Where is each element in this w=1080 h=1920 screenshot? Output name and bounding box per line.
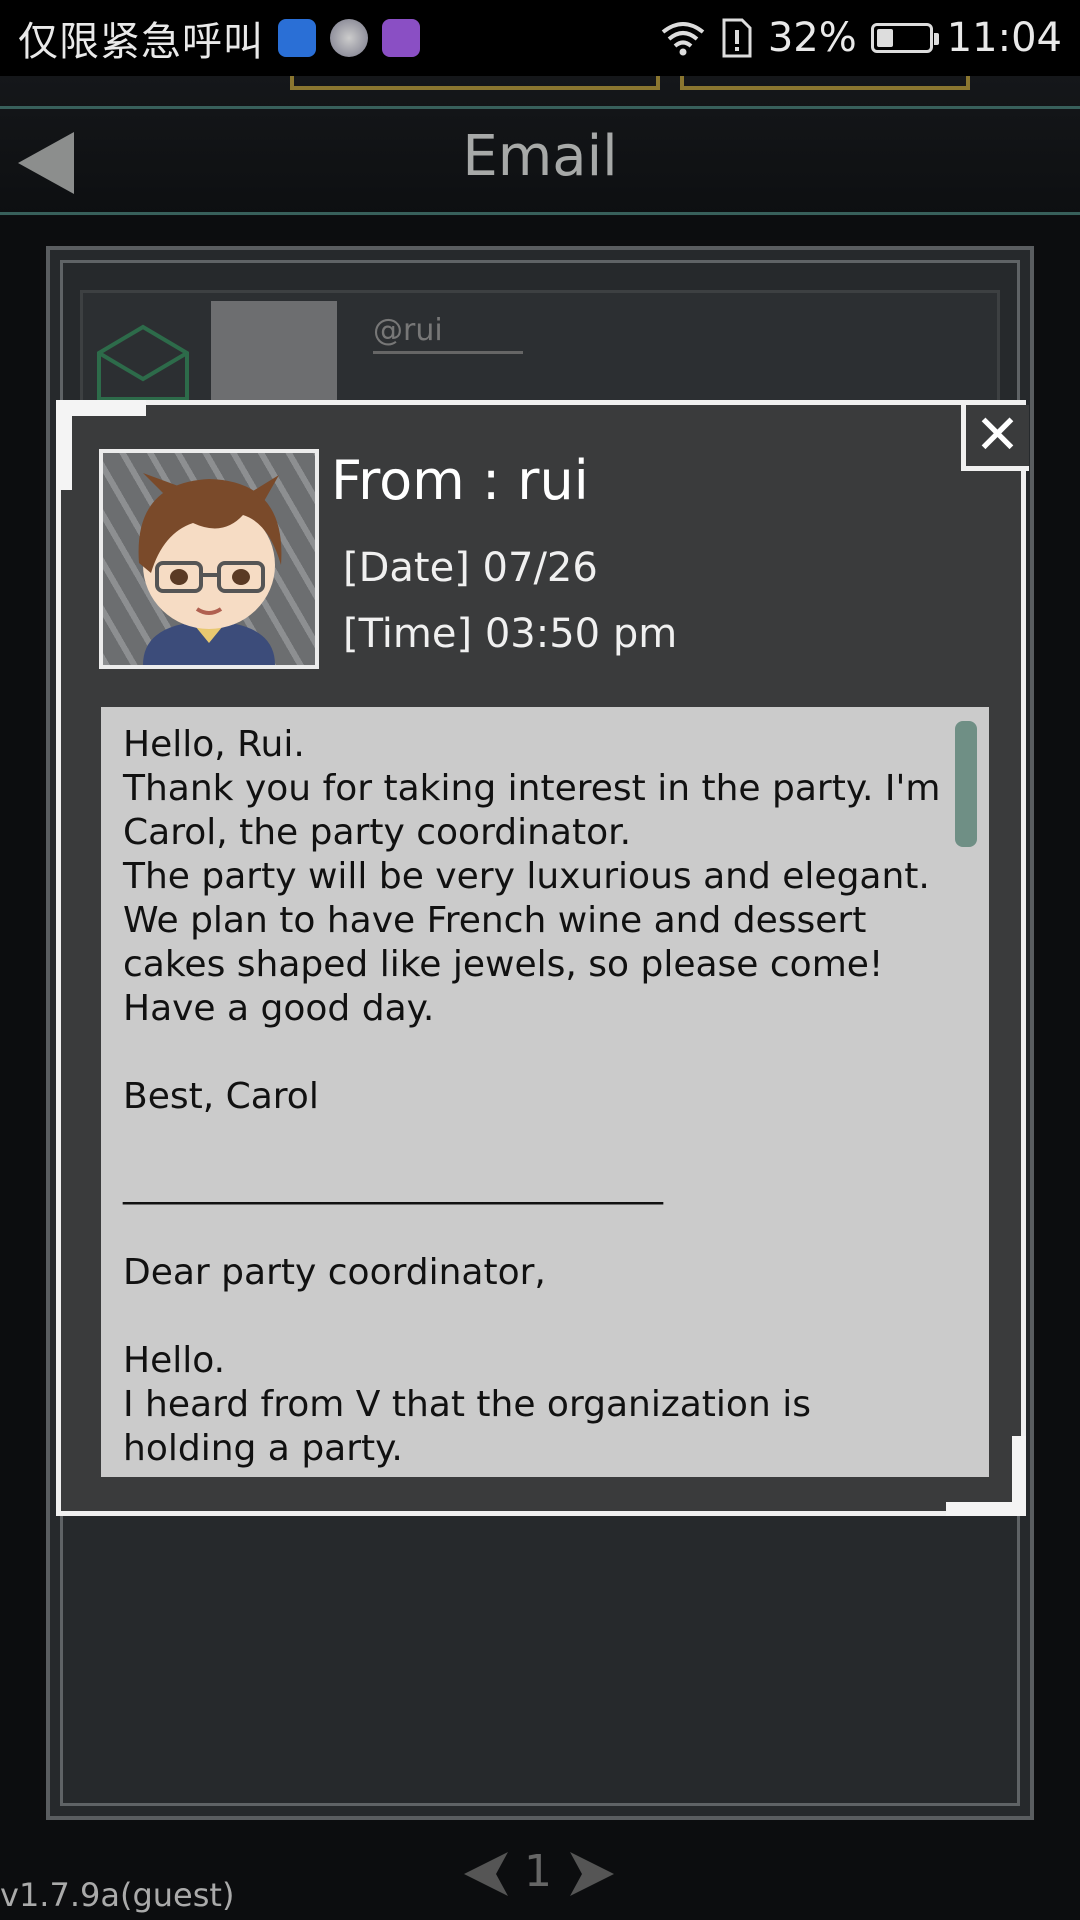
message-scrollbar[interactable] [955, 721, 977, 847]
close-icon: ✕ [974, 403, 1021, 466]
sender-from: From : rui [331, 449, 589, 512]
globe-app-icon [330, 19, 368, 57]
handle-underline [373, 351, 523, 354]
envelope-icon [97, 324, 189, 401]
status-bar: 仅限紧急呼叫 32% 11:04 [0, 0, 1080, 76]
time-label: [Time] [343, 611, 473, 657]
message-text: Hello, Rui. Thank you for taking interes… [123, 724, 941, 1469]
gallery-app-icon [382, 19, 420, 57]
date-label: [Date] [343, 545, 470, 591]
chevron-right-icon [570, 1852, 614, 1896]
clock: 11:04 [946, 15, 1062, 61]
close-button[interactable]: ✕ [961, 405, 1029, 471]
pagination: 1 [456, 1846, 626, 1902]
header-decoration [0, 76, 1080, 106]
battery-percent: 32% [767, 15, 857, 61]
chevron-left-icon [464, 1852, 508, 1896]
page-number: 1 [524, 1846, 552, 1897]
sender-avatar [211, 301, 337, 411]
next-page-button[interactable] [566, 1846, 622, 1902]
wifi-icon [661, 22, 705, 56]
header-top-divider [0, 106, 1080, 109]
date-value: 07/26 [482, 545, 598, 591]
inbox-row[interactable]: @rui [80, 290, 1000, 416]
page-title: Email [462, 124, 618, 189]
contacts-app-icon [278, 19, 316, 57]
email-time: [Time] 03:50 pm [343, 611, 677, 657]
header-bottom-divider [0, 212, 1080, 215]
email-dialog: ✕ From : rui [Date] 07/26 [Time] 03:50 p… [56, 400, 1029, 1516]
character-portrait-icon [138, 473, 282, 665]
prev-page-button[interactable] [456, 1846, 512, 1902]
carrier-text: 仅限紧急呼叫 [18, 19, 264, 65]
sender-handle: @rui [373, 313, 443, 348]
sim-alert-icon [722, 18, 752, 58]
sender-avatar [99, 449, 319, 669]
app-header: Email [0, 76, 1080, 216]
version-label: v1.7.9a(guest) [0, 1876, 235, 1914]
battery-icon [870, 23, 939, 53]
message-body[interactable]: Hello, Rui. Thank you for taking interes… [101, 707, 989, 1477]
time-value: 03:50 pm [484, 611, 678, 657]
email-date: [Date] 07/26 [343, 545, 598, 591]
